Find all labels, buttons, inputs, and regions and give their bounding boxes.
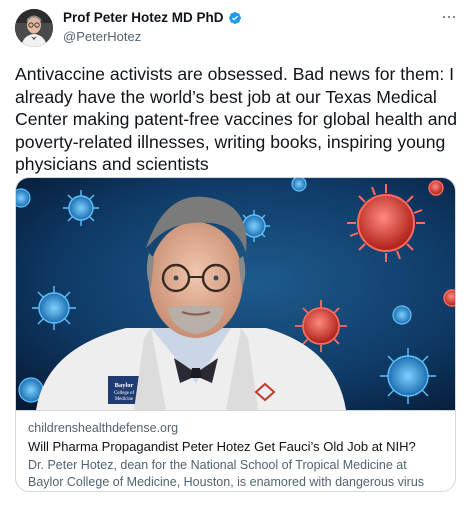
- card-domain: childrenshealthdefense.org: [28, 421, 179, 435]
- blue-virus: [291, 178, 307, 192]
- card-description: Dr. Peter Hotez, dean for the National S…: [28, 458, 425, 489]
- card-image[interactable]: Baylor College of Medicine: [16, 178, 455, 410]
- avatar[interactable]: [15, 9, 53, 47]
- more-options-icon[interactable]: [438, 10, 460, 24]
- blue-virus: [392, 305, 412, 325]
- blue-virus: [380, 348, 436, 404]
- card-title[interactable]: Will Pharma Propagandist Peter Hotez Get…: [28, 438, 445, 455]
- blue-virus: [63, 190, 99, 226]
- card-photo: Baylor College of Medicine: [16, 178, 455, 410]
- badge-line-3: Medicine: [115, 397, 133, 402]
- avatar-image: [15, 9, 53, 47]
- author-display-name[interactable]: Prof Peter Hotez MD PhD: [63, 10, 224, 25]
- card-body[interactable]: childrenshealthdefense.org Will Pharma P…: [16, 410, 455, 491]
- badge-line-2: College of: [114, 391, 135, 396]
- author-handle[interactable]: @PeterHotez: [63, 29, 141, 44]
- author-name-row[interactable]: Prof Peter Hotez MD PhD: [63, 10, 242, 25]
- badge-line-1: Baylor: [115, 382, 134, 389]
- tweet-text: Antivaccine activists are obsessed. Bad …: [15, 64, 458, 175]
- verified-badge-icon: [228, 11, 241, 24]
- link-card[interactable]: Baylor College of Medicine childrensheal…: [15, 177, 456, 492]
- blue-virus: [32, 286, 76, 330]
- tweet[interactable]: Prof Peter Hotez MD PhD @PeterHotez Anti…: [0, 0, 474, 505]
